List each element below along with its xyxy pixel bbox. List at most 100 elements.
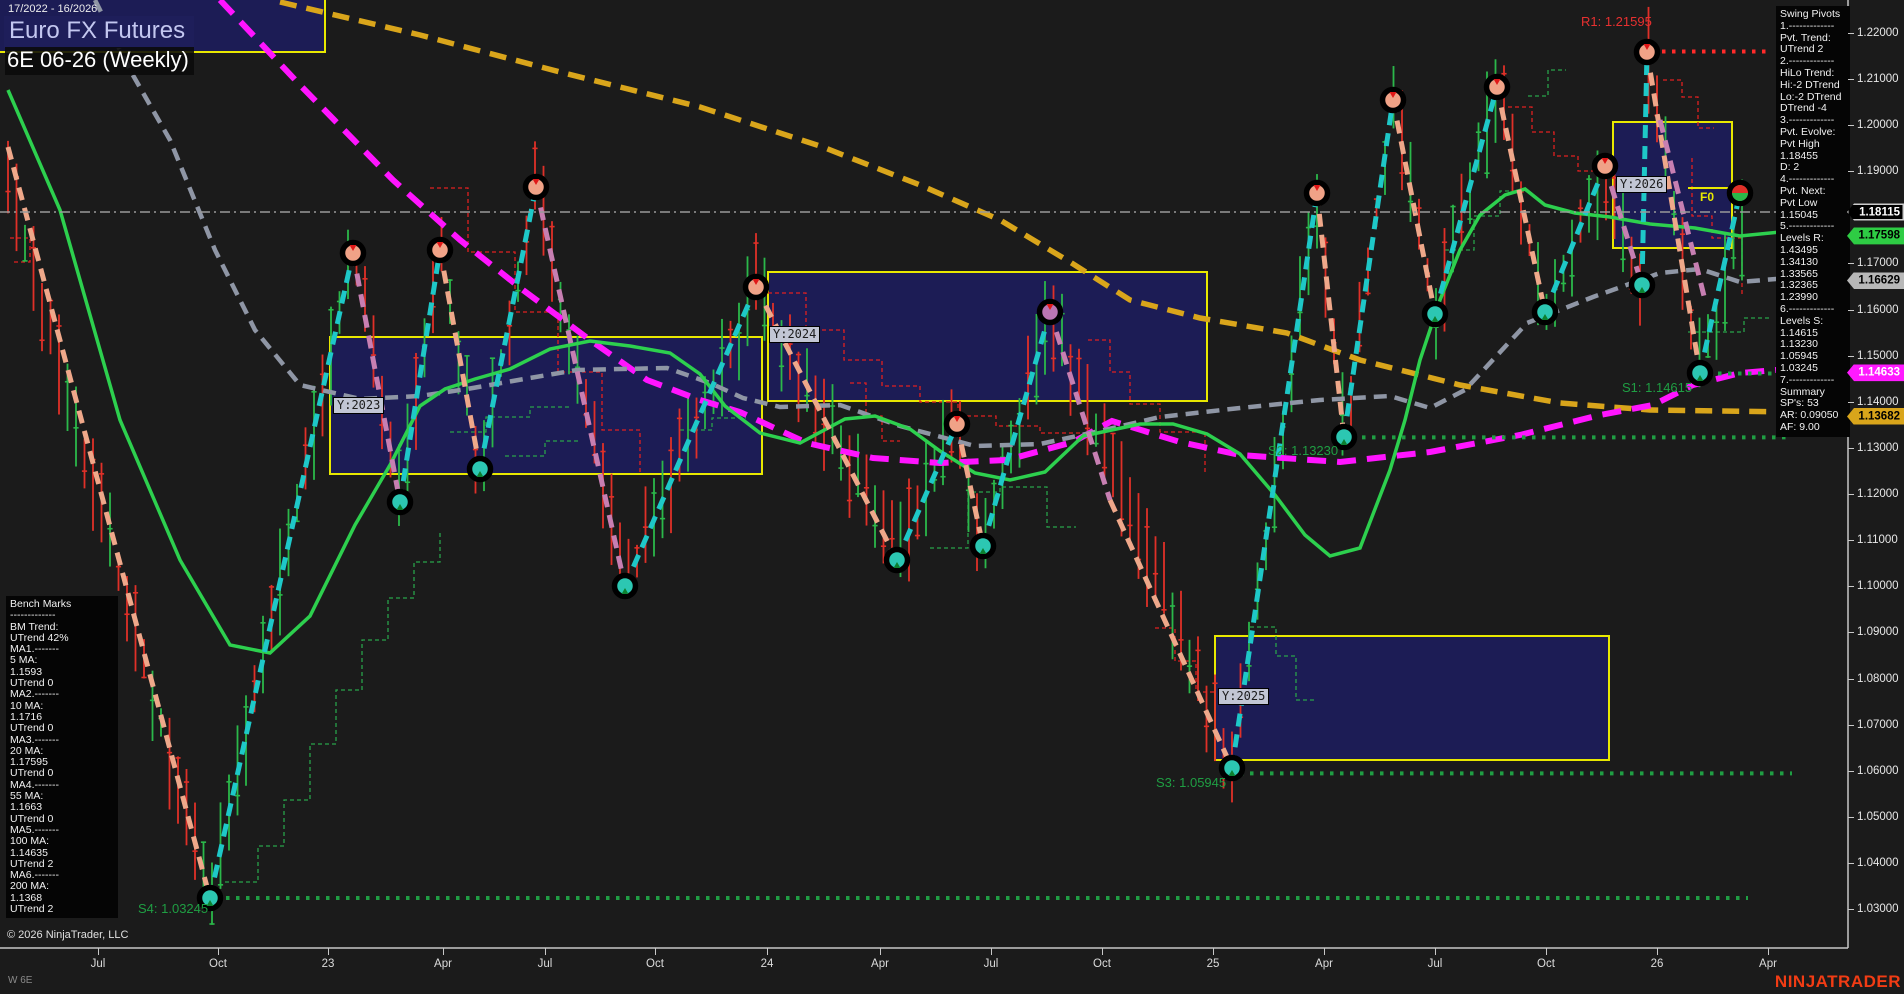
panel-line: MA2.------- bbox=[10, 688, 59, 701]
time-tick-label: Oct bbox=[646, 958, 664, 970]
panel-line: 100 MA: bbox=[10, 835, 50, 848]
swing-low-marker[interactable] bbox=[1686, 359, 1714, 387]
copyright-label: © 2026 NinjaTrader, LLC bbox=[7, 929, 129, 941]
time-tick-label: 25 bbox=[1206, 958, 1220, 970]
price-tick-mark bbox=[1848, 309, 1854, 311]
price-tick-label: 1.14000 bbox=[1857, 395, 1899, 408]
price-tick-label: 1.03000 bbox=[1857, 903, 1899, 916]
current-bar-marker[interactable] bbox=[1726, 179, 1754, 207]
swing-low-marker[interactable] bbox=[466, 455, 494, 483]
price-tick-mark bbox=[1848, 586, 1854, 588]
swing-low-marker[interactable] bbox=[1531, 298, 1559, 326]
instrument-series-label: 6E 06-26 (Weekly) bbox=[5, 47, 194, 75]
price-tick-mark bbox=[1848, 678, 1854, 680]
time-tick-label: 24 bbox=[760, 958, 774, 970]
swing-high-marker[interactable] bbox=[943, 410, 971, 438]
swing-low-marker[interactable] bbox=[1628, 271, 1656, 299]
price-tick-mark bbox=[1848, 632, 1854, 634]
time-tick-label: Jul bbox=[90, 958, 106, 970]
chart-canvas[interactable] bbox=[0, 0, 1904, 994]
price-tick-mark bbox=[1848, 78, 1854, 80]
swing-low-marker[interactable] bbox=[1421, 300, 1449, 328]
time-tick-mark bbox=[991, 948, 992, 955]
time-tick-label: Oct bbox=[1537, 958, 1555, 970]
swing-high-marker[interactable] bbox=[1379, 86, 1407, 114]
level-label-S3: S3: 1.05945 bbox=[1156, 775, 1227, 790]
panel-line: Levels S: bbox=[1780, 314, 1824, 327]
time-tick-label: 23 bbox=[321, 958, 335, 970]
year-box[interactable] bbox=[1214, 635, 1610, 761]
swing-low-marker[interactable] bbox=[386, 488, 414, 516]
f0-projection-label: F0 bbox=[1700, 190, 1715, 204]
swing-low-marker[interactable] bbox=[969, 532, 997, 560]
price-tick-mark bbox=[1848, 401, 1854, 403]
price-tick-mark bbox=[1848, 494, 1854, 496]
panel-line: 1.------------- bbox=[1780, 19, 1835, 32]
panel-line: Pvt Low bbox=[1780, 196, 1818, 209]
price-tick-label: 1.08000 bbox=[1857, 672, 1899, 685]
panel-line: Pvt. Evolve: bbox=[1780, 125, 1836, 138]
panel-line: 1.03245 bbox=[1780, 361, 1818, 374]
panel-line: 6.------------- bbox=[1780, 302, 1835, 315]
swing-high-marker[interactable] bbox=[426, 236, 454, 264]
time-tick-label: Jul bbox=[983, 958, 999, 970]
instrument-title: Euro FX Futures bbox=[4, 16, 195, 48]
swing-pivots-panel: Swing Pivots 1.------------- Pvt. Trend: UT… bbox=[1776, 6, 1850, 437]
time-tick-label: Jul bbox=[1427, 958, 1443, 970]
swing-high-marker[interactable] bbox=[522, 173, 550, 201]
swing-lines-layer bbox=[5, 51, 1743, 899]
swing-high-marker[interactable] bbox=[1591, 152, 1619, 180]
time-tick-mark bbox=[328, 948, 329, 955]
time-tick-label: Jul bbox=[537, 958, 553, 970]
price-tick-label: 1.07000 bbox=[1857, 718, 1899, 731]
time-tick-label: Apr bbox=[434, 958, 452, 970]
panel-line: Pvt High bbox=[1780, 137, 1820, 150]
price-tick-label: 1.22000 bbox=[1857, 26, 1899, 39]
price-tag-1.16629: 1.16629 bbox=[1847, 272, 1904, 290]
time-tick-mark bbox=[1102, 948, 1103, 955]
price-tick-mark bbox=[1848, 909, 1854, 911]
year-box[interactable] bbox=[767, 271, 1208, 402]
interval-code-label: W 6E bbox=[8, 975, 33, 986]
time-tick-label: Apr bbox=[1759, 958, 1777, 970]
time-tick-mark bbox=[1213, 948, 1214, 955]
panel-line: UTrend 0 bbox=[10, 722, 54, 735]
price-tag-1.13682: 1.13682 bbox=[1847, 407, 1904, 425]
price-tick-label: 1.16000 bbox=[1857, 303, 1899, 316]
swing-high-marker[interactable] bbox=[339, 239, 367, 267]
price-tag-1.17598: 1.17598 bbox=[1847, 227, 1904, 245]
price-tick-label: 1.12000 bbox=[1857, 488, 1899, 501]
price-tick-label: 1.09000 bbox=[1857, 626, 1899, 639]
price-tick-label: 1.20000 bbox=[1857, 119, 1899, 132]
level-label-S2: S2: 1.13230 bbox=[1268, 443, 1339, 458]
year-box-label-Y:2026[interactable]: Y:2026 bbox=[1616, 176, 1668, 193]
level-label-S1: S1: 1.14615 bbox=[1622, 380, 1693, 395]
panel-line: UTrend 2 bbox=[10, 903, 54, 916]
year-box-label-Y:2023[interactable]: Y:2023 bbox=[333, 397, 385, 414]
price-tick-mark bbox=[1848, 263, 1854, 265]
swing-high-marker[interactable] bbox=[1483, 73, 1511, 101]
swing-high-marker[interactable] bbox=[742, 273, 770, 301]
swing-high-marker[interactable] bbox=[1633, 38, 1661, 66]
date-range-label: 17/2022 - 16/2026 bbox=[8, 3, 98, 15]
price-tick-mark bbox=[1848, 863, 1854, 865]
price-tick-label: 1.10000 bbox=[1857, 580, 1899, 593]
price-tick-mark bbox=[1848, 355, 1854, 357]
time-tick-mark bbox=[1324, 948, 1325, 955]
swing-high-marker[interactable] bbox=[1303, 179, 1331, 207]
panel-line: HiLo Trend: bbox=[1780, 66, 1835, 79]
time-tick-mark bbox=[1768, 948, 1769, 955]
time-tick-mark bbox=[218, 948, 219, 955]
year-box-label-Y:2025[interactable]: Y:2025 bbox=[1218, 688, 1270, 705]
panel-line: Pvt. Next: bbox=[1780, 184, 1826, 197]
time-tick-label: Apr bbox=[871, 958, 889, 970]
swing-low-marker[interactable] bbox=[611, 572, 639, 600]
swing-low-marker[interactable] bbox=[883, 546, 911, 574]
panel-line: AF: 9.00 bbox=[1780, 420, 1820, 433]
swing-high-plum-marker[interactable] bbox=[1036, 298, 1064, 326]
panel-line: 1.34130 bbox=[1780, 255, 1818, 268]
panel-line: ------------- bbox=[10, 609, 56, 622]
price-tick-label: 1.13000 bbox=[1857, 441, 1899, 454]
price-tag-1.18115: 1.18115 bbox=[1847, 203, 1904, 221]
year-box-label-Y:2024[interactable]: Y:2024 bbox=[769, 326, 821, 343]
